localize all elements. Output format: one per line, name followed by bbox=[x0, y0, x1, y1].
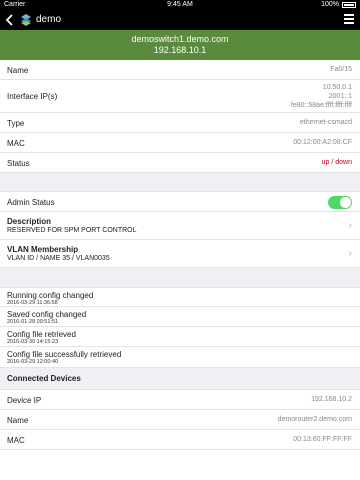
vlan-label: VLAN Membership bbox=[7, 245, 79, 254]
event-title: Saved config changed bbox=[7, 310, 87, 319]
interface-ip-value: 2001::1 bbox=[328, 93, 352, 100]
device-ip: 192.168.10.1 bbox=[153, 45, 207, 55]
device-name-value: demorouter2.demo.com bbox=[277, 416, 352, 423]
event-time: 2016-03-29 12:00:40 bbox=[7, 359, 59, 365]
description-label: Description bbox=[7, 217, 52, 226]
event-title: Config file successfully retrieved bbox=[7, 350, 122, 359]
device-name-label: Name bbox=[7, 416, 29, 425]
device-name-row: Name demorouter2.demo.com bbox=[0, 410, 360, 430]
device-mac-value: 00:13:60:FF:FF:FF bbox=[293, 436, 352, 443]
name-row: Name Fa0/15 bbox=[0, 60, 360, 80]
mac-row: MAC 00:12:00:A2:08:CF bbox=[0, 133, 360, 153]
event-title: Running config changed bbox=[7, 291, 94, 300]
nav-title: demo bbox=[36, 14, 62, 25]
menu-icon[interactable] bbox=[344, 14, 354, 24]
interface-ip-values: 10.50.0.1 2001::1 fe80::58ae:ffff:ffff:f… bbox=[291, 83, 352, 110]
vlan-row[interactable]: VLAN Membership VLAN ID / NAME 35 / VLAN… bbox=[0, 240, 360, 268]
interface-ip-value: fe80::58ae:ffff:ffff:ffff bbox=[290, 102, 352, 109]
mac-label: MAC bbox=[7, 139, 25, 148]
chevron-right-icon: › bbox=[348, 220, 352, 231]
event-time: 2016-03-30 14:15:23 bbox=[7, 339, 59, 345]
device-header: demoswitch1.demo.com 192.168.10.1 bbox=[0, 30, 360, 60]
section-gap bbox=[0, 173, 360, 191]
app-logo-icon bbox=[21, 14, 31, 26]
admin-status-row: Admin Status bbox=[0, 191, 360, 212]
event-time: 2016-01-28 09:51:51 bbox=[7, 319, 59, 325]
back-chevron-icon[interactable] bbox=[4, 13, 16, 27]
status-value: up / down bbox=[321, 159, 352, 166]
section-gap bbox=[0, 268, 360, 287]
status-bar: Carrier 9:45 AM 100% bbox=[0, 0, 360, 10]
description-row[interactable]: Description RESERVED FOR SPM PORT CONTRO… bbox=[0, 212, 360, 240]
device-ip-value: 192.168.10.2 bbox=[311, 396, 352, 403]
device-hostname: demoswitch1.demo.com bbox=[131, 34, 229, 44]
status-row: Status up / down bbox=[0, 153, 360, 173]
interface-ip-row: Interface IP(s) 10.50.0.1 2001::1 fe80::… bbox=[0, 80, 360, 113]
name-value: Fa0/15 bbox=[330, 66, 352, 73]
name-label: Name bbox=[7, 66, 29, 75]
device-mac-label: MAC bbox=[7, 436, 25, 445]
event-item: Config file retrieved 2016-03-30 14:15:2… bbox=[0, 327, 360, 347]
clock: 9:45 AM bbox=[167, 1, 193, 8]
event-item: Saved config changed 2016-01-28 09:51:51 bbox=[0, 307, 360, 327]
admin-status-toggle[interactable] bbox=[328, 196, 352, 209]
status-label: Status bbox=[7, 159, 30, 168]
event-time: 2016-03-29 11:36:58 bbox=[7, 300, 58, 306]
event-item: Config file successfully retrieved 2016-… bbox=[0, 347, 360, 368]
type-value: ethernet-csmacd bbox=[299, 119, 352, 126]
interface-ip-label: Interface IP(s) bbox=[7, 92, 58, 101]
battery-percent: 100% bbox=[321, 1, 339, 8]
device-ip-label: Device IP bbox=[7, 396, 42, 405]
interface-ip-value: 10.50.0.1 bbox=[322, 84, 352, 91]
event-title: Config file retrieved bbox=[7, 330, 76, 339]
connected-devices-heading: Connected Devices bbox=[0, 368, 360, 390]
battery-icon bbox=[342, 1, 356, 8]
type-row: Type ethernet-csmacd bbox=[0, 113, 360, 133]
type-label: Type bbox=[7, 119, 25, 128]
device-ip-row: Device IP 192.168.10.2 bbox=[0, 390, 360, 410]
description-value: RESERVED FOR SPM PORT CONTROL bbox=[7, 227, 137, 234]
device-mac-row: MAC 00:13:60:FF:FF:FF bbox=[0, 430, 360, 450]
mac-value: 00:12:00:A2:08:CF bbox=[293, 139, 352, 146]
admin-status-label: Admin Status bbox=[7, 198, 55, 207]
event-item: Running config changed 2016-03-29 11:36:… bbox=[0, 287, 360, 307]
chevron-right-icon: › bbox=[348, 248, 352, 259]
battery-indicator: 100% bbox=[321, 1, 356, 8]
nav-bar: demo bbox=[0, 10, 360, 30]
vlan-value: VLAN ID / NAME 35 / VLAN0035 bbox=[7, 255, 110, 262]
